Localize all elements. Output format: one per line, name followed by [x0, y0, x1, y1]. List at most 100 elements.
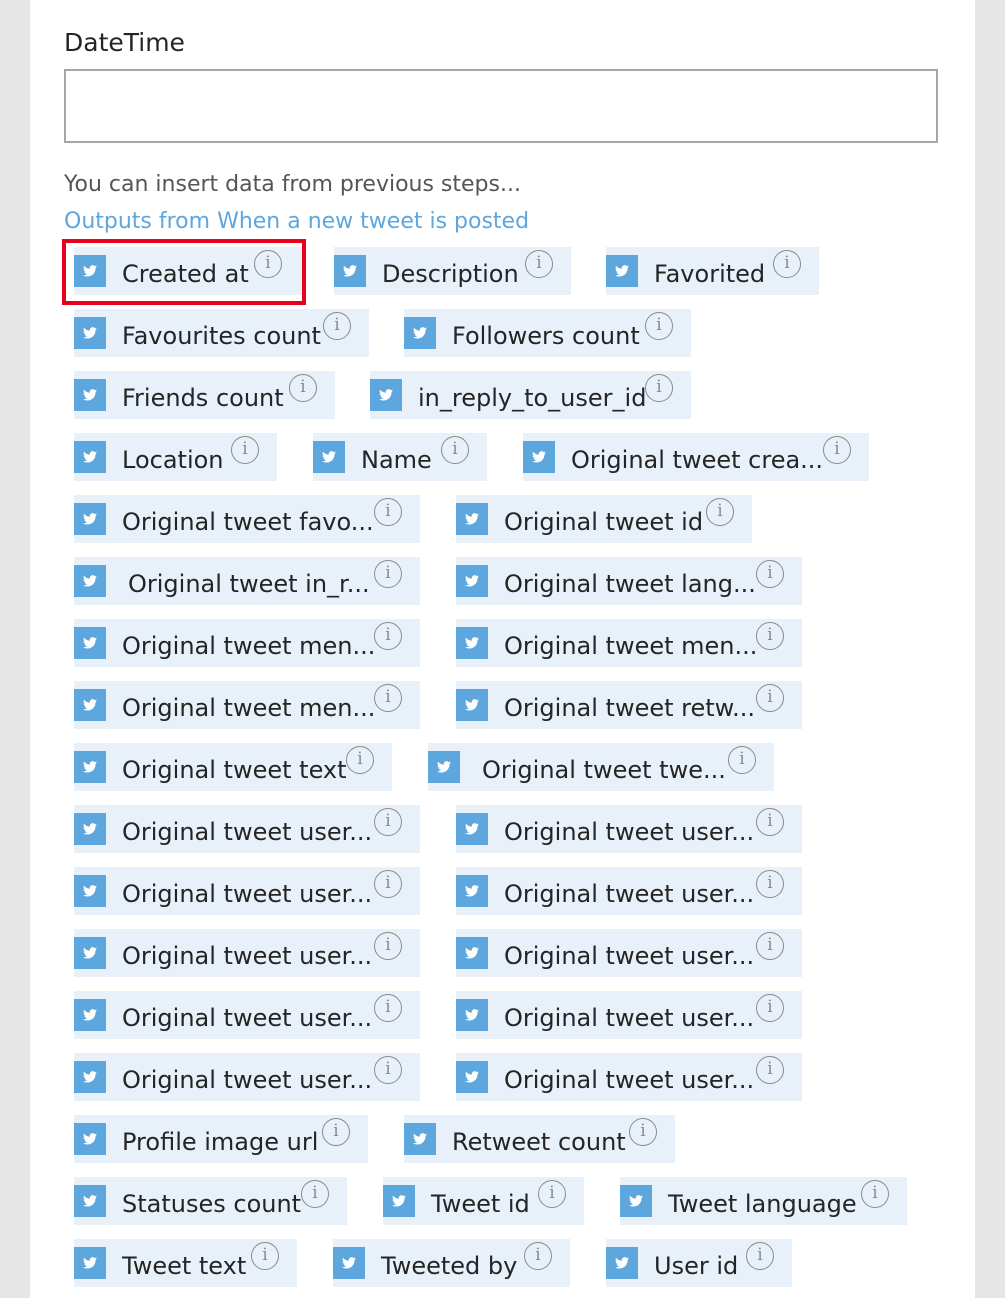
token-label: Original tweet retw... [504, 694, 755, 722]
twitter-icon [456, 937, 488, 969]
token-original-tweet-user[interactable]: Original tweet user... i [456, 991, 802, 1039]
info-icon[interactable]: i [374, 808, 402, 836]
token-in-reply-to-user-id[interactable]: in_reply_to_user_id i [370, 371, 691, 419]
token-favourites-count[interactable]: Favourites count i [74, 309, 369, 357]
info-icon[interactable]: i [231, 436, 259, 464]
twitter-icon [456, 813, 488, 845]
token-original-tweet-language[interactable]: Original tweet lang... i [456, 557, 802, 605]
info-icon[interactable]: i [756, 622, 784, 650]
token-original-tweet-created[interactable]: Original tweet crea... i [523, 433, 869, 481]
info-icon[interactable]: i [773, 250, 801, 278]
token-label: Original tweet id [504, 508, 704, 536]
info-icon[interactable]: i [374, 870, 402, 898]
info-icon[interactable]: i [756, 870, 784, 898]
info-icon[interactable]: i [756, 560, 784, 588]
info-icon[interactable]: i [728, 746, 756, 774]
twitter-icon [74, 689, 106, 721]
token-original-tweet-user[interactable]: Original tweet user... i [74, 929, 420, 977]
token-original-tweet-tweeted[interactable]: Original tweet twe... i [428, 743, 774, 791]
token-original-tweet-user[interactable]: Original tweet user... i [74, 867, 420, 915]
twitter-icon [456, 999, 488, 1031]
token-original-tweet-user[interactable]: Original tweet user... i [74, 1053, 420, 1101]
info-icon[interactable]: i [251, 1242, 279, 1270]
token-label: Name [361, 446, 432, 474]
token-original-tweet-id[interactable]: Original tweet id i [456, 495, 752, 543]
info-icon[interactable]: i [374, 684, 402, 712]
token-tweet-language[interactable]: Tweet language i [620, 1177, 907, 1225]
twitter-icon [74, 565, 106, 597]
token-tweet-text[interactable]: Tweet text i [74, 1239, 297, 1287]
info-icon[interactable]: i [322, 1118, 350, 1146]
info-icon[interactable]: i [441, 436, 469, 464]
twitter-icon [74, 379, 106, 411]
twitter-icon [333, 1247, 365, 1279]
token-location[interactable]: Location i [74, 433, 277, 481]
info-icon[interactable]: i [374, 498, 402, 526]
info-icon[interactable]: i [538, 1180, 566, 1208]
token-followers-count[interactable]: Followers count i [404, 309, 691, 357]
info-icon[interactable]: i [346, 746, 374, 774]
token-original-tweet-favorited[interactable]: Original tweet favo... i [74, 495, 420, 543]
token-friends-count[interactable]: Friends count i [74, 371, 335, 419]
twitter-icon [74, 317, 106, 349]
token-original-tweet-in-reply[interactable]: Original tweet in_r... i [74, 557, 420, 605]
info-icon[interactable]: i [645, 312, 673, 340]
twitter-icon [74, 875, 106, 907]
datetime-input[interactable] [64, 69, 938, 143]
info-icon[interactable]: i [645, 374, 673, 402]
info-icon[interactable]: i [756, 684, 784, 712]
token-profile-image-url[interactable]: Profile image url i [74, 1115, 368, 1163]
info-icon[interactable]: i [756, 932, 784, 960]
dynamic-content-panel: DateTime You can insert data from previo… [30, 0, 975, 1298]
info-icon[interactable]: i [374, 1056, 402, 1084]
twitter-icon [74, 751, 106, 783]
token-label: Created at [122, 260, 249, 288]
token-original-tweet-user[interactable]: Original tweet user... i [74, 805, 420, 853]
token-original-tweet-user[interactable]: Original tweet user... i [456, 867, 802, 915]
twitter-icon [606, 1247, 638, 1279]
info-icon[interactable]: i [706, 498, 734, 526]
token-original-tweet-user[interactable]: Original tweet user... i [74, 991, 420, 1039]
info-icon[interactable]: i [525, 250, 553, 278]
token-original-tweet-mentions-2[interactable]: Original tweet men... i [456, 619, 802, 667]
token-original-tweet-text[interactable]: Original tweet text i [74, 743, 392, 791]
token-original-tweet-user[interactable]: Original tweet user... i [456, 1053, 802, 1101]
twitter-icon [456, 875, 488, 907]
info-icon[interactable]: i [374, 560, 402, 588]
token-favorited[interactable]: Favorited i [606, 247, 819, 295]
token-original-tweet-user[interactable]: Original tweet user... i [456, 805, 802, 853]
info-icon[interactable]: i [524, 1242, 552, 1270]
twitter-icon [74, 813, 106, 845]
info-icon[interactable]: i [301, 1180, 329, 1208]
token-created-at[interactable]: Created at i [74, 247, 304, 295]
token-label: Original tweet text [122, 756, 347, 784]
token-description[interactable]: Description i [334, 247, 571, 295]
info-icon[interactable]: i [756, 808, 784, 836]
info-icon[interactable]: i [756, 994, 784, 1022]
token-original-tweet-retweeted[interactable]: Original tweet retw... i [456, 681, 802, 729]
info-icon[interactable]: i [746, 1242, 774, 1270]
token-tweeted-by[interactable]: Tweeted by i [333, 1239, 570, 1287]
token-retweet-count[interactable]: Retweet count i [404, 1115, 675, 1163]
token-original-tweet-mentions-3[interactable]: Original tweet men... i [74, 681, 420, 729]
token-original-tweet-mentions-1[interactable]: Original tweet men... i [74, 619, 420, 667]
info-icon[interactable]: i [756, 1056, 784, 1084]
twitter-icon [74, 999, 106, 1031]
info-icon[interactable]: i [323, 312, 351, 340]
info-icon[interactable]: i [374, 994, 402, 1022]
info-icon[interactable]: i [254, 250, 282, 278]
info-icon[interactable]: i [289, 374, 317, 402]
token-original-tweet-user[interactable]: Original tweet user... i [456, 929, 802, 977]
info-icon[interactable]: i [861, 1180, 889, 1208]
twitter-icon [74, 1185, 106, 1217]
token-user-id[interactable]: User id i [606, 1239, 792, 1287]
info-icon[interactable]: i [629, 1118, 657, 1146]
info-icon[interactable]: i [823, 436, 851, 464]
token-tweet-id[interactable]: Tweet id i [383, 1177, 584, 1225]
info-icon[interactable]: i [374, 932, 402, 960]
twitter-icon [74, 1061, 106, 1093]
info-icon[interactable]: i [374, 622, 402, 650]
token-statuses-count[interactable]: Statuses count i [74, 1177, 347, 1225]
outputs-section-link[interactable]: Outputs from When a new tweet is posted [64, 209, 529, 234]
token-name[interactable]: Name i [313, 433, 487, 481]
